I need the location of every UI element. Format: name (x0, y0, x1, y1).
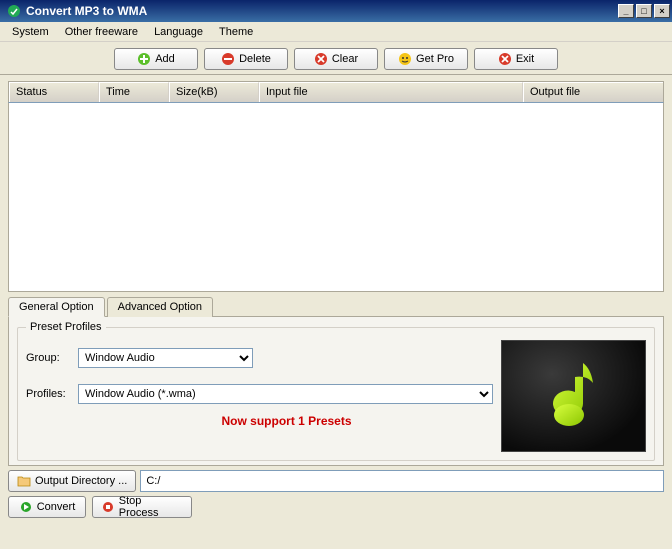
file-list-panel: Status Time Size(kB) Input file Output f… (8, 81, 664, 292)
add-button[interactable]: Add (114, 48, 198, 70)
window-title: Convert MP3 to WMA (26, 4, 616, 18)
toolbar: Add Delete Clear Get Pro Exit (0, 42, 672, 75)
support-text: Now support 1 Presets (26, 414, 493, 428)
group-label: Group: (26, 352, 74, 364)
getpro-button[interactable]: Get Pro (384, 48, 468, 70)
output-directory-input[interactable] (140, 470, 664, 492)
column-time[interactable]: Time (99, 82, 169, 102)
column-status[interactable]: Status (9, 82, 99, 102)
exit-button[interactable]: Exit (474, 48, 558, 70)
getpro-icon (398, 52, 412, 66)
titlebar: Convert MP3 to WMA _ □ × (0, 0, 672, 22)
music-note-thumbnail (501, 340, 646, 452)
add-label: Add (155, 53, 175, 65)
folder-icon (17, 474, 31, 488)
stop-icon (101, 500, 115, 514)
profiles-combo[interactable]: Window Audio (*.wma) (78, 384, 493, 404)
profiles-label: Profiles: (26, 388, 74, 400)
output-directory-label: Output Directory ... (35, 475, 127, 487)
add-icon (137, 52, 151, 66)
preset-legend: Preset Profiles (26, 321, 106, 333)
stop-button[interactable]: Stop Process (92, 496, 192, 518)
tab-general-panel: Preset Profiles Group: Window Audio Prof… (8, 316, 664, 466)
convert-button[interactable]: Convert (8, 496, 86, 518)
convert-label: Convert (37, 501, 76, 513)
tab-advanced[interactable]: Advanced Option (107, 297, 213, 317)
group-combo[interactable]: Window Audio (78, 348, 253, 368)
delete-label: Delete (239, 53, 271, 65)
menubar: System Other freeware Language Theme (0, 22, 672, 42)
file-list-body[interactable] (8, 102, 664, 292)
group-row: Group: Window Audio (26, 348, 493, 368)
column-size[interactable]: Size(kB) (169, 82, 259, 102)
exit-icon (498, 52, 512, 66)
column-input[interactable]: Input file (259, 82, 523, 102)
clear-button[interactable]: Clear (294, 48, 378, 70)
menu-theme[interactable]: Theme (211, 24, 261, 40)
tab-strip: General Option Advanced Option (8, 297, 664, 317)
exit-label: Exit (516, 53, 534, 65)
stop-label: Stop Process (119, 495, 183, 519)
output-directory-button[interactable]: Output Directory ... (8, 470, 136, 492)
clear-label: Clear (332, 53, 358, 65)
profiles-row: Profiles: Window Audio (*.wma) (26, 384, 493, 404)
bottom-buttons: Convert Stop Process (8, 496, 664, 518)
app-icon (6, 3, 22, 19)
preset-groupbox: Preset Profiles Group: Window Audio Prof… (17, 327, 655, 461)
maximize-button[interactable]: □ (636, 4, 652, 18)
tabs-panel: General Option Advanced Option Preset Pr… (8, 296, 664, 466)
column-output[interactable]: Output file (523, 82, 663, 102)
getpro-label: Get Pro (416, 53, 454, 65)
close-button[interactable]: × (654, 4, 670, 18)
menu-other-freeware[interactable]: Other freeware (57, 24, 146, 40)
delete-icon (221, 52, 235, 66)
menu-language[interactable]: Language (146, 24, 211, 40)
tab-general[interactable]: General Option (8, 297, 105, 317)
output-directory-row: Output Directory ... (8, 470, 664, 492)
list-header: Status Time Size(kB) Input file Output f… (8, 81, 664, 102)
convert-icon (19, 500, 33, 514)
clear-icon (314, 52, 328, 66)
delete-button[interactable]: Delete (204, 48, 288, 70)
minimize-button[interactable]: _ (618, 4, 634, 18)
menu-system[interactable]: System (4, 24, 57, 40)
